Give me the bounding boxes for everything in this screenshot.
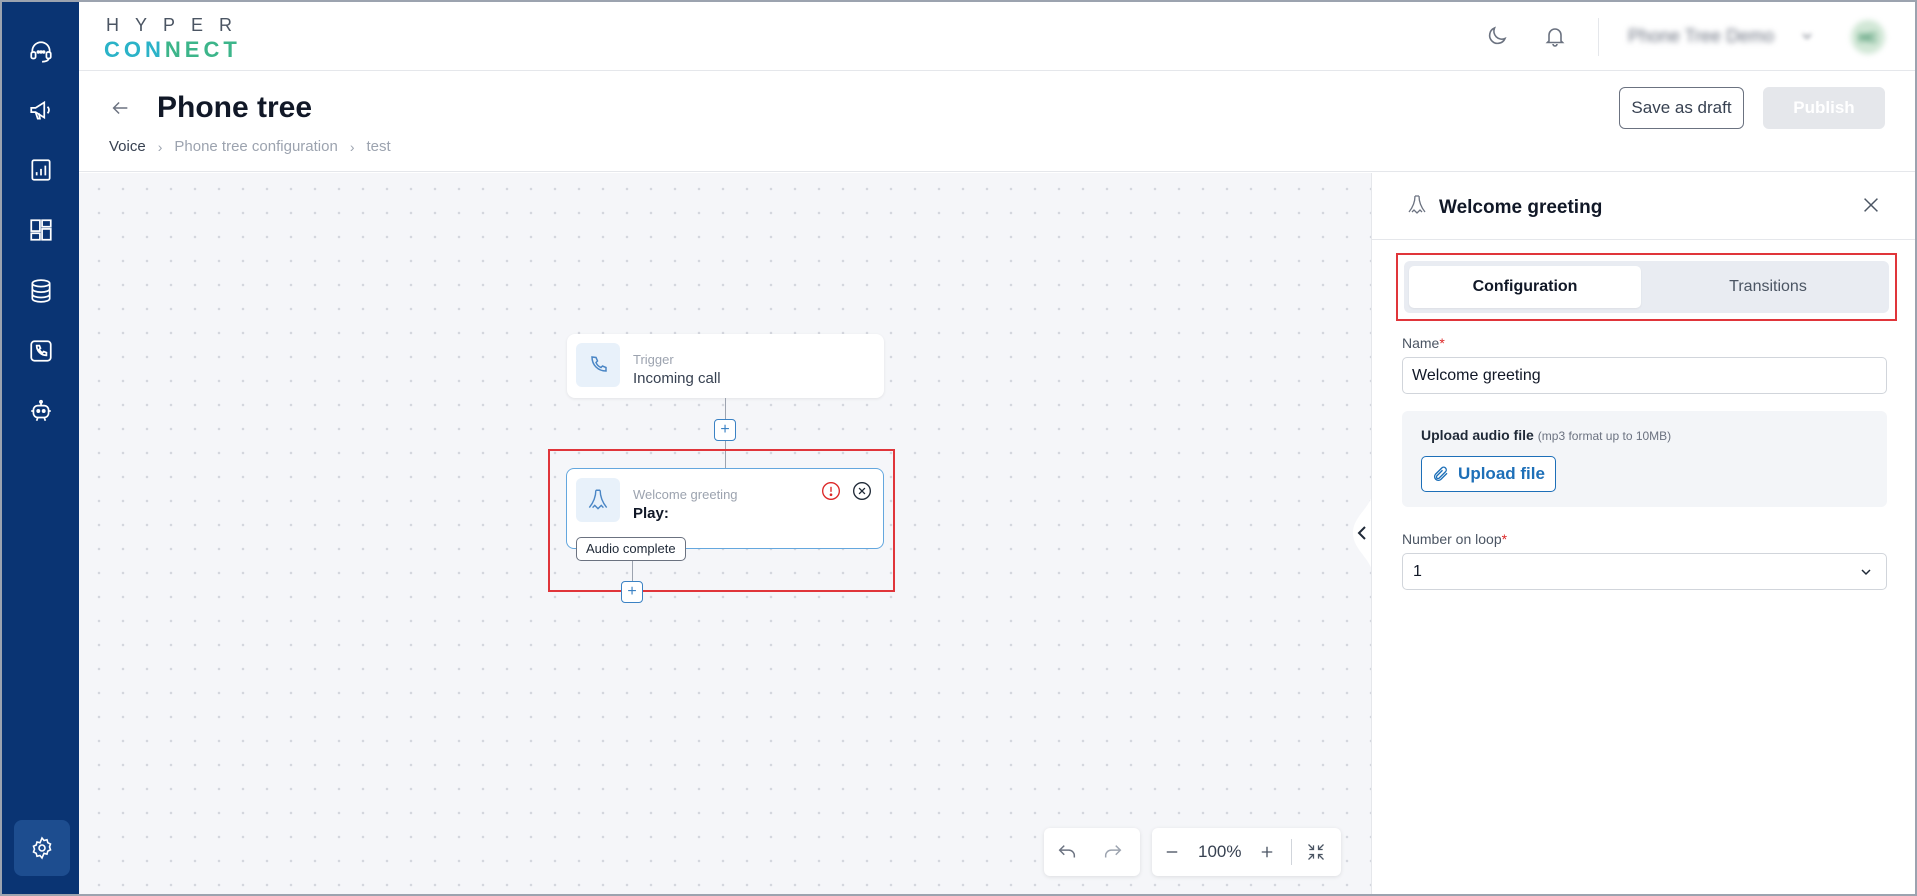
upload-hint: (mp3 format up to 10MB) — [1537, 429, 1672, 443]
phone-icon[interactable] — [22, 332, 60, 370]
settings-icon[interactable] — [14, 820, 70, 876]
history-toolbar — [1044, 828, 1140, 876]
node-type-label: Trigger — [633, 352, 674, 367]
chevron-down-icon — [1858, 564, 1874, 585]
tab-transitions[interactable]: Transitions — [1652, 266, 1884, 308]
report-icon[interactable] — [22, 151, 60, 189]
app-frame: HYPER CONNECT Phone Tree Demo HC Phone t… — [0, 0, 1917, 896]
panel-title: Welcome greeting — [1439, 197, 1603, 218]
save-draft-button[interactable]: Save as draft — [1619, 87, 1744, 129]
upload-audio-card: Upload audio file (mp3 format up to 10MB)… — [1402, 411, 1887, 507]
sidebar — [2, 2, 79, 894]
breadcrumb-chevron-icon: › — [157, 138, 163, 155]
top-bar: HYPER CONNECT Phone Tree Demo HC — [79, 2, 1915, 71]
breadcrumb-item-config[interactable]: Phone tree configuration — [174, 138, 337, 155]
zoom-out-icon[interactable] — [1152, 828, 1192, 876]
loop-select[interactable]: 1 — [1402, 553, 1887, 590]
upload-file-button[interactable]: Upload file — [1421, 456, 1556, 492]
name-label: Name* — [1402, 335, 1445, 351]
breadcrumb-item-current: test — [366, 138, 391, 155]
flow-canvas[interactable]: Trigger Incoming call + Welcome greeting… — [79, 173, 1371, 894]
logo-bottom-text: CONNECT — [104, 37, 241, 62]
dashboard-icon[interactable] — [22, 211, 60, 249]
bot-icon[interactable] — [22, 392, 60, 430]
database-icon[interactable] — [22, 272, 60, 310]
toolbar-divider — [1291, 839, 1293, 865]
dark-mode-moon-icon[interactable] — [1483, 22, 1511, 50]
panel-tabs: Configuration Transitions — [1404, 261, 1889, 313]
zoom-level: 100% — [1198, 842, 1242, 861]
breadcrumb-chevron-icon: › — [349, 138, 355, 155]
chevron-down-icon[interactable] — [1799, 28, 1815, 49]
play-audio-icon — [1405, 193, 1429, 222]
megaphone-icon[interactable] — [22, 91, 60, 129]
top-divider — [1598, 18, 1599, 56]
logo-top-text: HYPER — [106, 15, 249, 35]
trigger-node[interactable]: Trigger Incoming call — [567, 334, 884, 398]
delete-node-icon[interactable] — [852, 481, 872, 506]
collapse-panel-button[interactable] — [1341, 489, 1373, 577]
node-value-label: Play: — [633, 505, 669, 522]
name-input[interactable] — [1402, 357, 1887, 394]
publish-button[interactable]: Publish — [1763, 87, 1885, 129]
page-title: Phone tree — [157, 91, 313, 124]
zoom-toolbar: 100% — [1152, 828, 1341, 876]
transition-label[interactable]: Audio complete — [576, 537, 686, 561]
notification-bell-icon[interactable] — [1541, 22, 1569, 50]
tab-configuration[interactable]: Configuration — [1409, 266, 1641, 308]
add-node-button[interactable]: + — [621, 581, 643, 603]
breadcrumb: Voice › Phone tree configuration › test — [109, 138, 391, 155]
add-node-button[interactable]: + — [714, 419, 736, 441]
connector-line — [632, 561, 633, 581]
phone-icon — [576, 343, 620, 387]
undo-icon[interactable] — [1044, 828, 1090, 876]
org-selector[interactable]: Phone Tree Demo — [1628, 26, 1774, 47]
properties-panel: Welcome greeting Configuration Transitio… — [1371, 173, 1915, 894]
close-icon[interactable] — [1860, 194, 1882, 221]
connector-line — [725, 398, 726, 419]
warning-icon[interactable] — [821, 481, 841, 506]
loop-label: Number on loop* — [1402, 531, 1508, 547]
zoom-in-icon[interactable] — [1247, 828, 1287, 876]
redo-icon[interactable] — [1090, 828, 1136, 876]
back-arrow-icon[interactable] — [109, 97, 131, 124]
node-value-label: Incoming call — [633, 370, 721, 387]
page-header: Phone tree Voice › Phone tree configurat… — [79, 71, 1915, 172]
avatar[interactable]: HC — [1851, 20, 1885, 54]
breadcrumb-item-voice[interactable]: Voice — [109, 138, 146, 155]
fit-to-screen-icon[interactable] — [1296, 828, 1336, 876]
loop-select-value: 1 — [1413, 563, 1422, 580]
panel-header: Welcome greeting — [1372, 173, 1915, 240]
play-audio-icon — [576, 478, 620, 522]
paperclip-icon — [1434, 466, 1448, 481]
node-type-label: Welcome greeting — [633, 487, 738, 502]
support-agent-icon[interactable] — [22, 33, 60, 71]
upload-title: Upload audio file (mp3 format up to 10MB) — [1421, 427, 1672, 443]
